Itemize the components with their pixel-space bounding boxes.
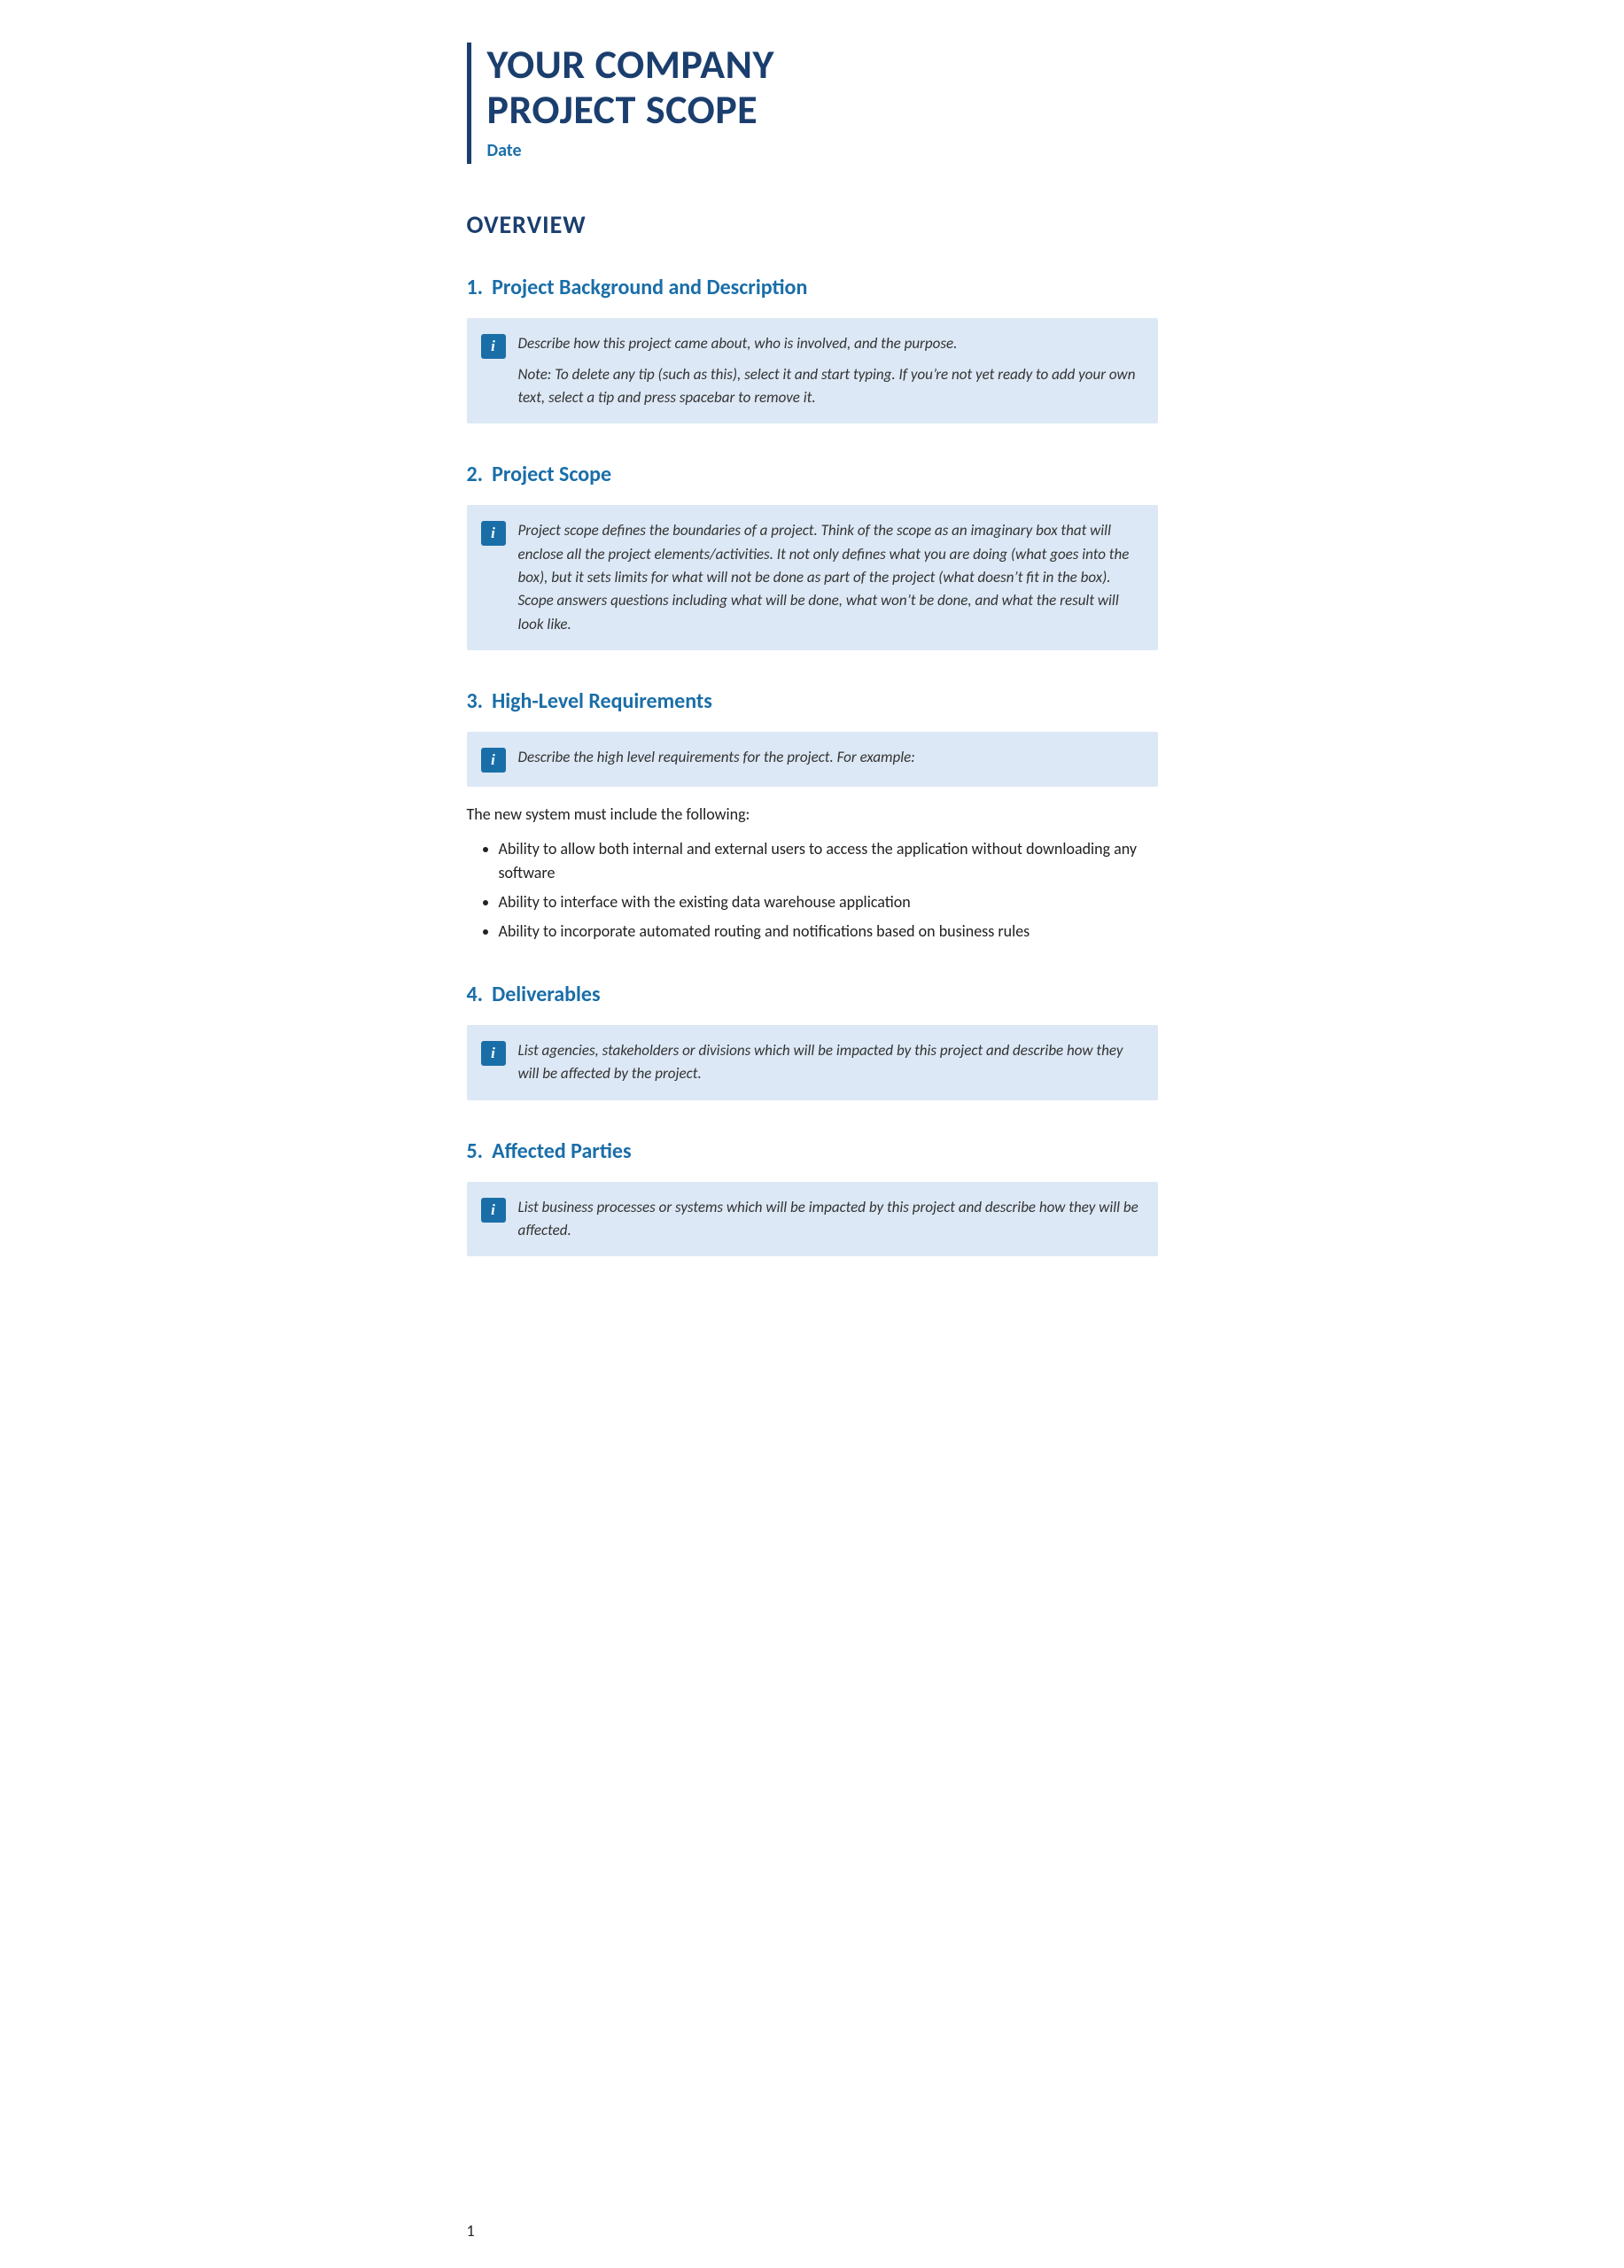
section-title-5: Affected Parties [492,1136,631,1168]
info-note-1: Note: To delete any tip (such as this), … [518,363,1140,410]
section-number-3: 3. [467,686,484,718]
sections-container: 1. Project Background and Description i De… [467,272,1158,1256]
body-text-3-0: The new system must include the followin… [467,803,1158,827]
info-text-5: List business processes or systems which… [518,1196,1140,1243]
section-heading-2: 2. Project Scope [467,459,1158,491]
section-heading-3: 3. High-Level Requirements [467,686,1158,718]
section-number-2: 2. [467,459,484,491]
info-box-4: i List agencies, stakeholders or division… [467,1025,1158,1100]
section-title-2: Project Scope [492,459,611,491]
info-box-2: i Project scope defines the boundaries of… [467,505,1158,650]
section-title-3: High-Level Requirements [492,686,712,718]
section-number-1: 1. [467,272,484,304]
bullet-item-3-2: Ability to incorporate automated routing… [499,920,1158,944]
overview-label: OVERVIEW [467,206,1158,244]
info-text-1: Describe how this project came about, wh… [518,332,1140,409]
document-header: YOUR COMPANY PROJECT SCOPE Date [467,43,1158,164]
info-box-3: i Describe the high level requirements fo… [467,732,1158,787]
section-4: 4. Deliverables i List agencies, stakehold… [467,979,1158,1100]
section-heading-1: 1. Project Background and Description [467,272,1158,304]
bullet-item-3-0: Ability to allow both internal and exter… [499,837,1158,885]
section-heading-4: 4. Deliverables [467,979,1158,1011]
section-5: 5. Affected Parties i List business proces… [467,1136,1158,1257]
section-title-4: Deliverables [492,979,601,1011]
document-title: YOUR COMPANY PROJECT SCOPE [487,43,1158,132]
info-text-2: Project scope defines the boundaries of … [518,519,1140,636]
section-3: 3. High-Level Requirements i Describe the … [467,686,1158,944]
title-line1: YOUR COMPANY [487,40,774,89]
section-title-1: Project Background and Description [492,272,807,304]
title-line2: PROJECT SCOPE [487,85,758,135]
document-date: Date [487,137,1158,164]
page-number: 1 [467,2219,475,2243]
info-text-3: Describe the high level requirements for… [518,746,915,769]
section-heading-5: 5. Affected Parties [467,1136,1158,1168]
info-box-1: i Describe how this project came about, w… [467,318,1158,423]
info-icon-4: i [481,1041,506,1066]
info-box-5: i List business processes or systems whic… [467,1182,1158,1257]
section-number-4: 4. [467,979,484,1011]
page: YOUR COMPANY PROJECT SCOPE Date OVERVIEW… [414,0,1211,2268]
info-icon-2: i [481,521,506,546]
bullet-list-3: Ability to allow both internal and exter… [499,837,1158,944]
section-2: 2. Project Scope i Project scope defines t… [467,459,1158,650]
info-text-4: List agencies, stakeholders or divisions… [518,1039,1140,1086]
info-icon-5: i [481,1198,506,1223]
bullet-item-3-1: Ability to interface with the existing d… [499,890,1158,914]
section-1: 1. Project Background and Description i De… [467,272,1158,423]
info-icon-3: i [481,748,506,773]
section-number-5: 5. [467,1136,484,1168]
info-icon-1: i [481,334,506,359]
